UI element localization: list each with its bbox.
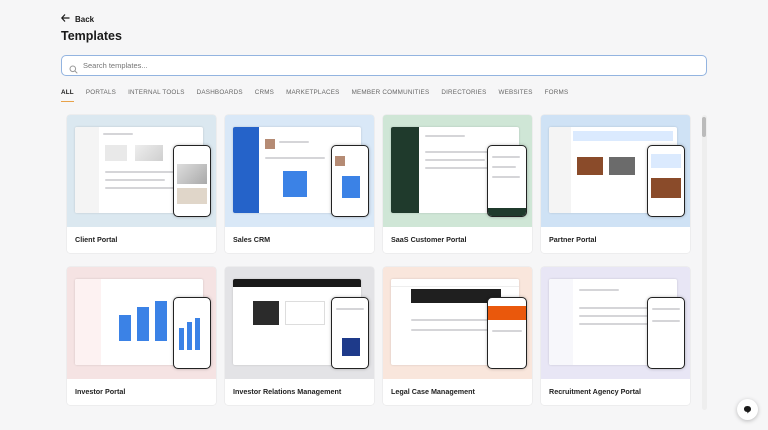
mobile-preview [487, 297, 527, 369]
template-card-saas-customer-portal[interactable]: SaaS Customer Portal [383, 115, 532, 253]
tab-websites[interactable]: WEBSITES [498, 89, 532, 102]
template-card-sales-crm[interactable]: Sales CRM [225, 115, 374, 253]
card-label: Investor Portal [75, 387, 126, 396]
tab-crms[interactable]: CRMS [255, 89, 274, 102]
template-card-recruitment-agency-portal[interactable]: Recruitment Agency Portal [541, 267, 690, 405]
card-thumbnail [225, 115, 374, 227]
card-label: Recruitment Agency Portal [549, 387, 641, 396]
category-tabs: ALL PORTALS INTERNAL TOOLS DASHBOARDS CR… [61, 89, 580, 102]
card-label: SaaS Customer Portal [391, 235, 467, 244]
mobile-preview [647, 145, 685, 217]
card-label: Investor Relations Management [233, 387, 342, 396]
tab-all[interactable]: ALL [61, 89, 74, 102]
card-thumbnail [383, 115, 532, 227]
search-bar[interactable] [61, 55, 707, 76]
tab-directories[interactable]: DIRECTORIES [441, 89, 486, 102]
mobile-preview [331, 297, 369, 369]
card-thumbnail [541, 115, 690, 227]
tab-internal-tools[interactable]: INTERNAL TOOLS [128, 89, 185, 102]
card-thumbnail [67, 267, 216, 379]
mobile-preview [331, 145, 369, 217]
card-thumbnail [541, 267, 690, 379]
template-card-investor-portal[interactable]: Investor Portal [67, 267, 216, 405]
card-label: Partner Portal [549, 235, 597, 244]
scrollbar-track[interactable] [702, 115, 707, 410]
template-card-partner-portal[interactable]: Partner Portal [541, 115, 690, 253]
mobile-preview [487, 145, 527, 217]
back-label: Back [75, 14, 95, 24]
templates-page: Back Templates ALL PORTALS INTERNAL TOOL… [0, 0, 768, 430]
card-label: Legal Case Management [391, 387, 475, 396]
back-link[interactable]: Back [60, 14, 95, 24]
tab-dashboards[interactable]: DASHBOARDS [197, 89, 243, 102]
tab-member-communities[interactable]: MEMBER COMMUNITIES [352, 89, 430, 102]
card-thumbnail [67, 115, 216, 227]
tab-marketplaces[interactable]: MARKETPLACES [286, 89, 340, 102]
tab-forms[interactable]: FORMS [545, 89, 569, 102]
chat-bubble-icon [743, 401, 752, 419]
card-label: Client Portal [75, 235, 118, 244]
template-card-legal-case-management[interactable]: Legal Case Management [383, 267, 532, 405]
search-icon [69, 61, 78, 74]
card-thumbnail [225, 267, 374, 379]
template-card-client-portal[interactable]: Client Portal [67, 115, 216, 253]
card-label: Sales CRM [233, 235, 271, 244]
template-card-investor-relations-management[interactable]: Investor Relations Management [225, 267, 374, 405]
tab-portals[interactable]: PORTALS [86, 89, 116, 102]
arrow-left-icon [60, 14, 70, 24]
page-title: Templates [61, 29, 122, 43]
mobile-preview [173, 145, 211, 217]
card-thumbnail [383, 267, 532, 379]
scrollbar-thumb[interactable] [702, 117, 706, 137]
search-input[interactable] [83, 61, 643, 70]
mobile-preview [647, 297, 685, 369]
mobile-preview [173, 297, 211, 369]
chat-button[interactable] [737, 399, 758, 420]
